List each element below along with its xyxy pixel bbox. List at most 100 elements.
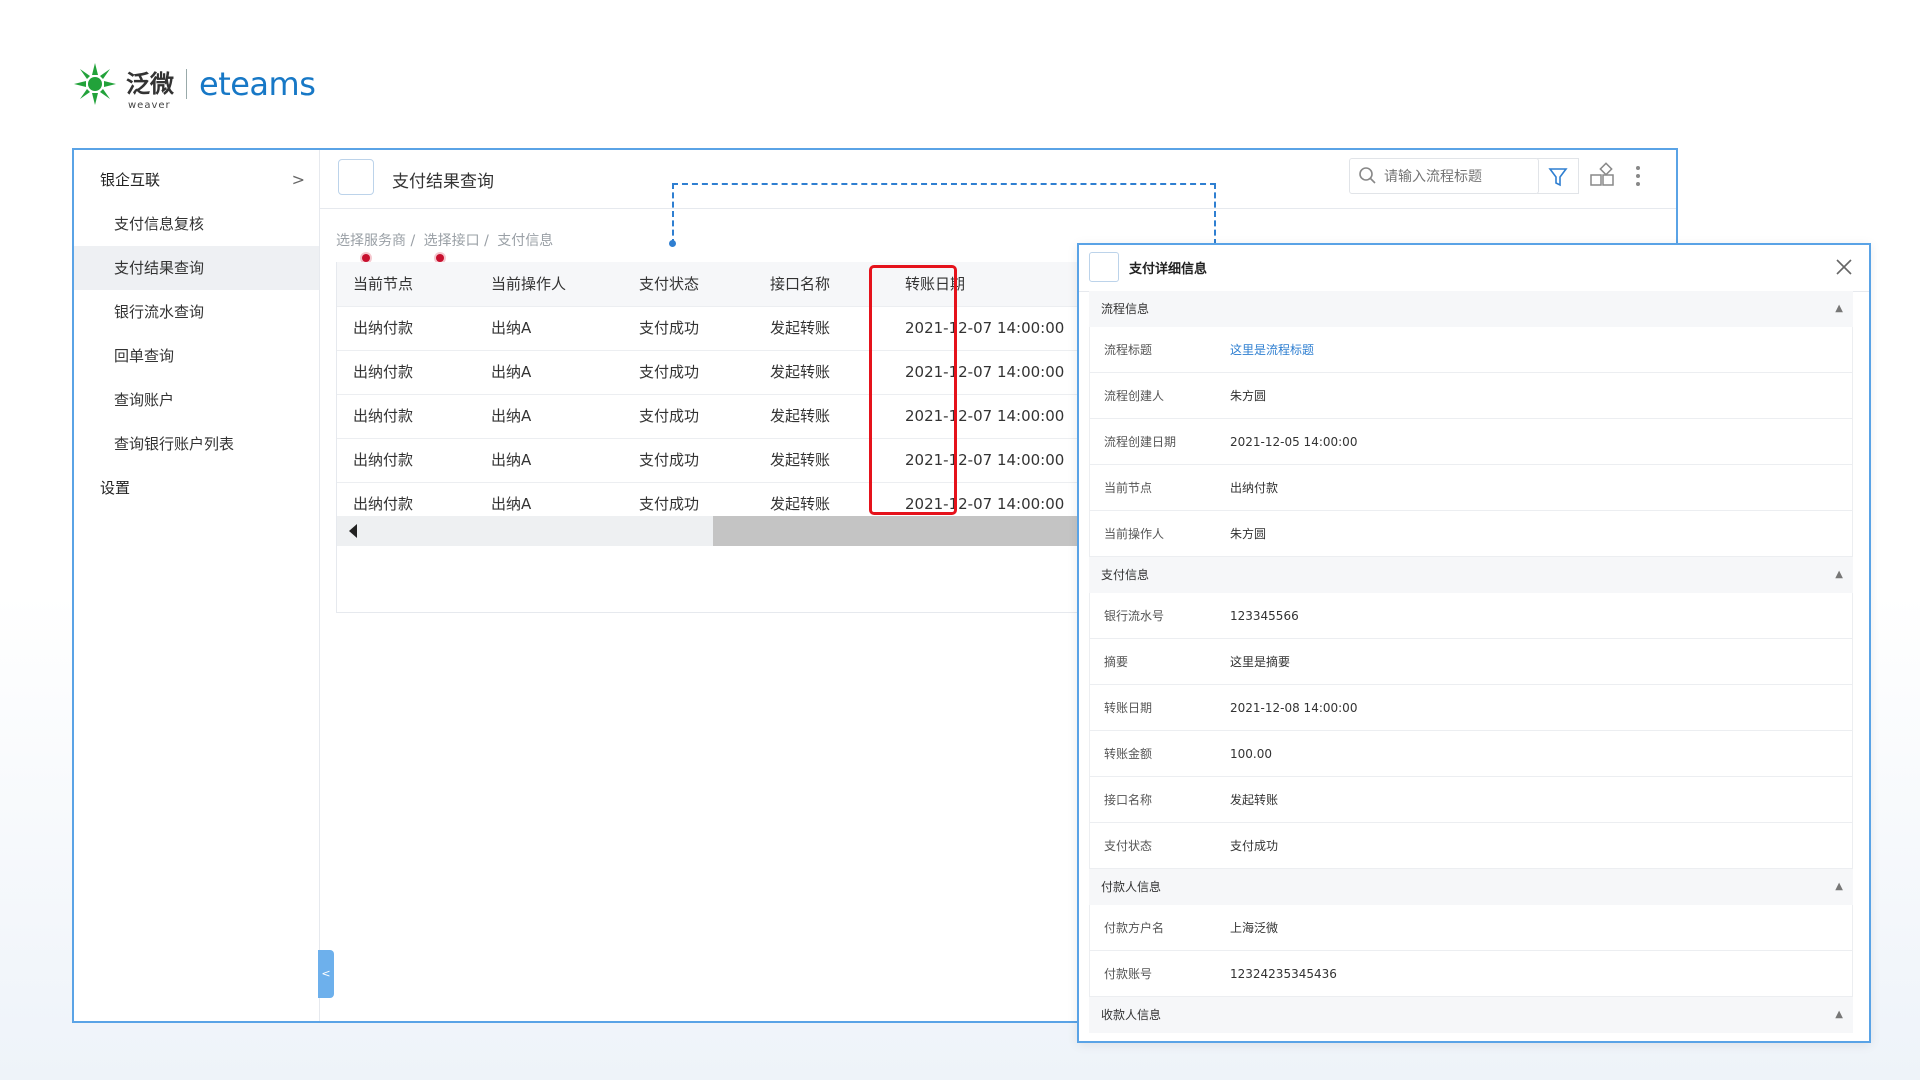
section-header-payer[interactable]: 付款人信息 ▲ — [1089, 869, 1853, 905]
dashed-connector — [672, 183, 1216, 245]
sidebar-item-payment-result[interactable]: 支付结果查询 — [74, 246, 319, 290]
sidebar-item-label: 查询账户 — [114, 391, 175, 409]
sidebar-item-label: 支付信息复核 — [114, 215, 205, 233]
horizontal-scrollbar[interactable] — [337, 516, 1089, 546]
table-row[interactable]: 出纳付款 出纳A 支付成功 发起转账 2021-12-07 14:00:00 — [337, 350, 1089, 395]
field-label: 摘要 — [1104, 655, 1129, 669]
table-header-row: 当前节点 当前操作人 支付状态 接口名称 转账日期 — [337, 262, 1089, 307]
field-label: 当前节点 — [1104, 481, 1153, 495]
field-value-link[interactable]: 这里是流程标题 — [1230, 327, 1314, 373]
field-row: 当前节点 出纳付款 — [1089, 465, 1853, 511]
sidebar-item-account-list[interactable]: 查询银行账户列表 — [74, 422, 319, 466]
table-row[interactable]: 出纳付款 出纳A 支付成功 发起转账 2021-12-07 14:00:00 — [337, 394, 1089, 439]
page-icon — [338, 159, 374, 195]
field-label: 付款账号 — [1104, 967, 1153, 981]
table-cell: 发起转账 — [770, 319, 831, 337]
column-header[interactable]: 支付状态 — [639, 262, 699, 306]
page-title: 支付结果查询 — [392, 172, 494, 192]
close-icon[interactable] — [1833, 256, 1855, 278]
sidebar-item-label: 支付结果查询 — [114, 259, 205, 277]
section-header-payee[interactable]: 收款人信息 ▲ — [1089, 997, 1853, 1033]
section-title: 收款人信息 — [1101, 1008, 1162, 1022]
field-label: 流程标题 — [1104, 343, 1153, 357]
brand-logo: 泛微 weaver eteams — [72, 58, 316, 111]
annotation-dot — [436, 254, 444, 262]
table-cell: 出纳A — [491, 363, 532, 381]
field-value: 朱方圆 — [1230, 527, 1267, 541]
column-header[interactable]: 接口名称 — [770, 262, 830, 306]
field-row: 流程创建人 朱方圆 — [1089, 373, 1853, 419]
field-value: 上海泛微 — [1230, 921, 1279, 935]
sidebar-item-payment-review[interactable]: 支付信息复核 — [74, 202, 319, 246]
filter-icon — [1548, 168, 1568, 187]
weaver-logo-icon — [74, 63, 116, 105]
field-label: 流程创建日期 — [1104, 435, 1177, 449]
sidebar-item-bank-flow[interactable]: 银行流水查询 — [74, 290, 319, 334]
field-row: 付款方户名 上海泛微 — [1089, 905, 1853, 951]
field-row: 流程创建日期 2021-12-05 14:00:00 — [1089, 419, 1853, 465]
column-header[interactable]: 当前操作人 — [491, 262, 566, 306]
breadcrumb-item-payment-info: 支付信息 — [497, 233, 554, 249]
table-row[interactable]: 出纳付款 出纳A 支付成功 发起转账 2021-12-07 14:00:00 — [337, 306, 1089, 351]
detail-title: 支付详细信息 — [1129, 262, 1208, 277]
breadcrumb: 选择服务商 / 选择接口 / 支付信息 — [336, 230, 557, 250]
sidebar-group-label: 银企互联 — [100, 171, 161, 189]
table-cell: 出纳A — [491, 319, 532, 337]
status-column-highlight — [869, 265, 957, 515]
field-row: 接口名称 发起转账 — [1089, 777, 1853, 823]
filter-button[interactable] — [1537, 158, 1579, 194]
annotation-dot — [362, 254, 370, 262]
table-cell: 出纳付款 — [353, 407, 414, 425]
sidebar-item-settings[interactable]: 设置 — [74, 466, 319, 510]
payment-detail-panel: 支付详细信息 流程信息 ▲ 流程标题 这里是流程标题 流程创建人 朱方圆 流程创… — [1077, 243, 1871, 1043]
detail-icon — [1089, 252, 1119, 282]
field-row: 流程标题 这里是流程标题 — [1089, 327, 1853, 373]
field-row: 银行流水号 123345566 — [1089, 593, 1853, 639]
section-header-payment[interactable]: 支付信息 ▲ — [1089, 557, 1853, 593]
table-cell: 发起转账 — [770, 363, 831, 381]
field-label: 流程创建人 — [1104, 389, 1165, 403]
field-row: 转账金额 100.00 — [1089, 731, 1853, 777]
sidebar-item-label: 回单查询 — [114, 347, 175, 365]
sidebar: 银企互联 > 支付信息复核 支付结果查询 银行流水查询 回单查询 查询账户 查询… — [74, 150, 320, 1021]
field-value: 朱方圆 — [1230, 389, 1267, 403]
layout-icon — [1590, 162, 1614, 186]
field-value: 这里是摘要 — [1230, 655, 1291, 669]
scroll-left-icon[interactable] — [349, 524, 357, 538]
field-value: 100.00 — [1230, 747, 1272, 761]
table-cell: 支付成功 — [639, 319, 700, 337]
brand-name-en: eteams — [199, 65, 316, 103]
connector-dot — [669, 240, 676, 247]
field-value: 123345566 — [1230, 609, 1299, 623]
sidebar-item-receipt[interactable]: 回单查询 — [74, 334, 319, 378]
column-header[interactable]: 当前节点 — [353, 262, 413, 306]
breadcrumb-item-provider[interactable]: 选择服务商 / — [336, 233, 415, 249]
search-icon — [1359, 167, 1376, 184]
caret-up-icon: ▲ — [1835, 881, 1843, 892]
sidebar-item-account[interactable]: 查询账户 — [74, 378, 319, 422]
field-value: 出纳付款 — [1230, 481, 1279, 495]
breadcrumb-item-interface[interactable]: 选择接口 / — [424, 233, 489, 249]
field-value: 支付成功 — [1230, 839, 1279, 853]
search-input[interactable] — [1382, 165, 1536, 189]
caret-up-icon: ▲ — [1835, 569, 1843, 580]
field-label: 转账日期 — [1104, 701, 1153, 715]
section-header-process[interactable]: 流程信息 ▲ — [1089, 291, 1853, 327]
search-box[interactable] — [1349, 158, 1539, 194]
sidebar-group-bank[interactable]: 银企互联 > — [74, 158, 319, 202]
table-cell: 发起转账 — [770, 451, 831, 469]
section-title: 流程信息 — [1101, 302, 1150, 316]
chevron-right-icon: > — [291, 170, 305, 189]
table-cell: 出纳A — [491, 407, 532, 425]
table-cell: 发起转账 — [770, 407, 831, 425]
more-options-button[interactable] — [1628, 162, 1648, 190]
table-cell: 出纳付款 — [353, 363, 414, 381]
table-cell: 出纳A — [491, 451, 532, 469]
field-row: 转账日期 2021-12-08 14:00:00 — [1089, 685, 1853, 731]
scrollbar-thumb[interactable] — [713, 516, 1089, 546]
table-cell: 支付成功 — [639, 407, 700, 425]
field-value: 2021-12-08 14:00:00 — [1230, 701, 1358, 715]
layout-toggle-button[interactable] — [1588, 162, 1616, 190]
table-cell: 出纳付款 — [353, 319, 414, 337]
table-row[interactable]: 出纳付款 出纳A 支付成功 发起转账 2021-12-07 14:00:00 — [337, 438, 1089, 483]
